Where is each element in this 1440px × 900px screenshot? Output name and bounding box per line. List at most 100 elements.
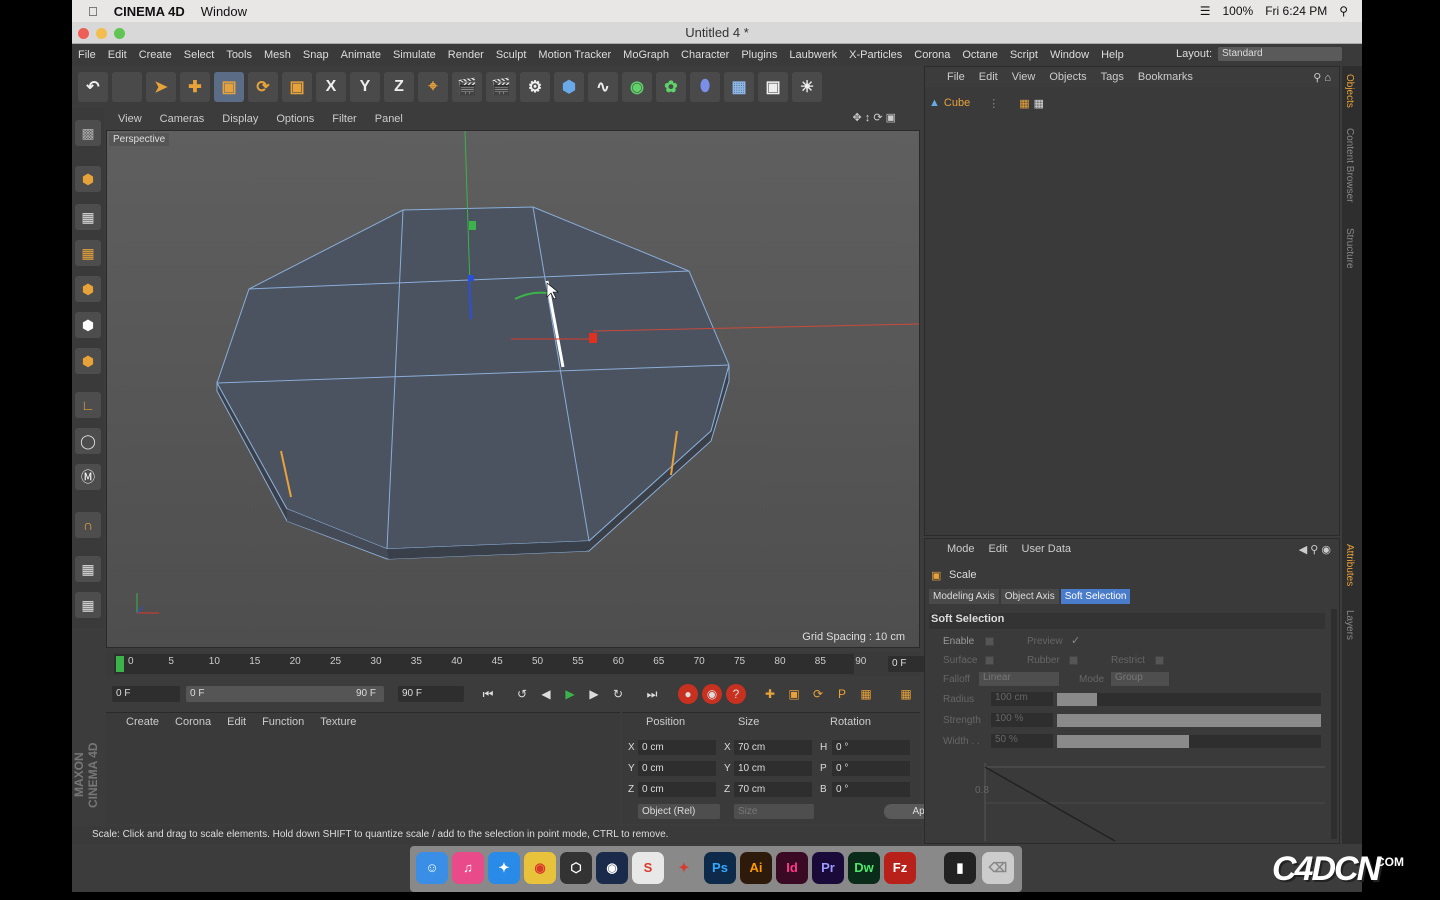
coordinate-mode-dropdown[interactable]: Object (Rel) [638,804,720,819]
prev-frame-icon[interactable]: ◀ [536,684,556,704]
wifi-icon[interactable]: ☰ [1200,4,1211,18]
viewport-menu-view[interactable]: View [118,113,142,125]
render-picture-viewer-button[interactable]: 🎬 [486,72,516,102]
light-button[interactable]: ☀ [792,72,822,102]
layout-select[interactable]: Standard [1218,47,1342,61]
octagon-object[interactable] [216,206,730,560]
workplane-button[interactable]: ▦ [75,240,101,266]
material-menu-function[interactable]: Function [262,716,304,728]
window-menu[interactable]: Window [201,4,247,19]
menu-sculpt[interactable]: Sculpt [496,49,527,61]
cube-primitive-button[interactable]: ⬢ [554,72,584,102]
objects-search-icon[interactable]: ⚲ ⌂ [1313,71,1331,84]
goto-start-icon[interactable]: ⏮ [478,684,498,704]
viewport-menu-panel[interactable]: Panel [375,113,403,125]
make-editable-button[interactable]: ▩ [75,120,101,146]
timeline-ruler[interactable]: 0 5 10 15 20 25 30 35 40 45 50 55 60 65 70 75 80 85 90 [114,654,866,674]
material-menu-create[interactable]: Create [126,716,159,728]
unity-icon[interactable]: ⬡ [560,852,592,884]
y-axis-button[interactable]: Y [350,72,380,102]
radius-slider[interactable] [1057,693,1321,706]
menu-laubwerk[interactable]: Laubwerk [789,49,837,61]
menu-animate[interactable]: Animate [341,49,381,61]
objects-menu-tags[interactable]: Tags [1101,71,1124,83]
attr-menu-userdata[interactable]: User Data [1022,543,1072,555]
falloff-curve-graph[interactable] [945,753,1325,841]
attr-menu-mode[interactable]: Mode [947,543,975,555]
object-row-cube[interactable]: ▲ Cube ⋮ ▦ ▦ [929,95,1044,111]
enable-checkbox[interactable] [985,637,994,646]
spline-button[interactable]: ∿ [588,72,618,102]
tweak-mode-button[interactable]: ◯ [75,428,101,454]
terminal-icon[interactable]: ▮ [944,852,976,884]
viewport-menu-filter[interactable]: Filter [332,113,356,125]
camera-button[interactable]: ▣ [758,72,788,102]
generator-button[interactable]: ◉ [622,72,652,102]
rotation-p-field[interactable]: 0 ° [832,761,910,776]
key-pla-icon[interactable]: ▦ [856,684,876,704]
size-x-field[interactable]: 70 cm [734,740,812,755]
side-tab-objects[interactable]: Objects [1344,74,1355,108]
objects-menu-bookmarks[interactable]: Bookmarks [1138,71,1193,83]
tab-modeling-axis[interactable]: Modeling Axis [929,589,999,604]
cinema4d-icon[interactable]: ◉ [596,852,628,884]
side-tab-content-browser[interactable]: Content Browser [1344,128,1355,202]
rotate-tool-button[interactable]: ⟳ [248,72,278,102]
menu-mograph[interactable]: MoGraph [623,49,669,61]
menu-help[interactable]: Help [1101,49,1124,61]
key-rotation-icon[interactable]: ⟳ [808,684,828,704]
side-tab-attributes[interactable]: Attributes [1344,544,1355,586]
viewport-nav-icons[interactable]: ✥ ↕ ⟳ ▣ [853,111,897,124]
material-menu-edit[interactable]: Edit [227,716,246,728]
position-x-field[interactable]: 0 cm [638,740,716,755]
minimize-button[interactable] [96,28,107,39]
size-y-field[interactable]: 10 cm [734,761,812,776]
menu-character[interactable]: Character [681,49,729,61]
battery-status[interactable]: 100% [1222,4,1253,18]
dreamweaver-icon[interactable]: Dw [848,852,880,884]
side-tab-structure[interactable]: Structure [1344,228,1355,269]
key-parameter-icon[interactable]: P [832,684,852,704]
width-field[interactable]: 50 % [991,734,1053,748]
objects-menu-file[interactable]: File [947,71,965,83]
rotation-h-field[interactable]: 0 ° [832,740,910,755]
scale-tool-button[interactable]: ▣ [214,72,244,102]
poser-icon[interactable]: ✦ [668,852,700,884]
tab-object-axis[interactable]: Object Axis [1000,589,1059,604]
indesign-icon[interactable]: Id [776,852,808,884]
rubber-checkbox[interactable] [1069,656,1078,665]
autokey-icon[interactable]: ◉ [702,684,722,704]
prev-key-icon[interactable]: ↺ [512,684,532,704]
play-icon[interactable]: ▶ [560,684,580,704]
start-frame-field[interactable]: 0 F [112,686,180,702]
illustrator-icon[interactable]: Ai [740,852,772,884]
objects-menu-view[interactable]: View [1012,71,1036,83]
end-frame-field[interactable]: 90 F [398,686,464,702]
radius-field[interactable]: 100 cm [991,692,1053,706]
visibility-dots-icon[interactable]: ⋮ [988,97,999,110]
menu-file[interactable]: File [78,49,96,61]
next-frame-icon[interactable]: ▶ [584,684,604,704]
texture-mode-button[interactable]: ▦ [75,204,101,230]
redo-button[interactable] [112,72,142,102]
goto-end-icon[interactable]: ⏭ [642,684,662,704]
x-axis-button[interactable]: X [316,72,346,102]
attr-menu-edit[interactable]: Edit [989,543,1008,555]
falloff-dropdown[interactable]: Linear [979,672,1059,686]
material-menu-texture[interactable]: Texture [320,716,356,728]
polygons-mode-button[interactable]: ⬢ [75,348,101,374]
premiere-icon[interactable]: Pr [812,852,844,884]
key-position-icon[interactable]: ✚ [760,684,780,704]
app-menu[interactable]: CINEMA 4D [114,4,185,19]
record-icon[interactable]: ● [678,684,698,704]
menu-edit[interactable]: Edit [108,49,127,61]
deformer-button[interactable]: ⬮ [690,72,720,102]
viewport-menu-cameras[interactable]: Cameras [160,113,205,125]
edges-mode-button[interactable]: ⬢ [75,312,101,338]
key-scale-icon[interactable]: ▣ [784,684,804,704]
apple-icon[interactable]:  [88,4,98,19]
menu-plugins[interactable]: Plugins [741,49,777,61]
size-mode-dropdown[interactable]: Size [734,804,814,819]
keyframe-selection-icon[interactable]: ? [726,684,746,704]
trash-icon[interactable]: ⌫ [982,852,1014,884]
